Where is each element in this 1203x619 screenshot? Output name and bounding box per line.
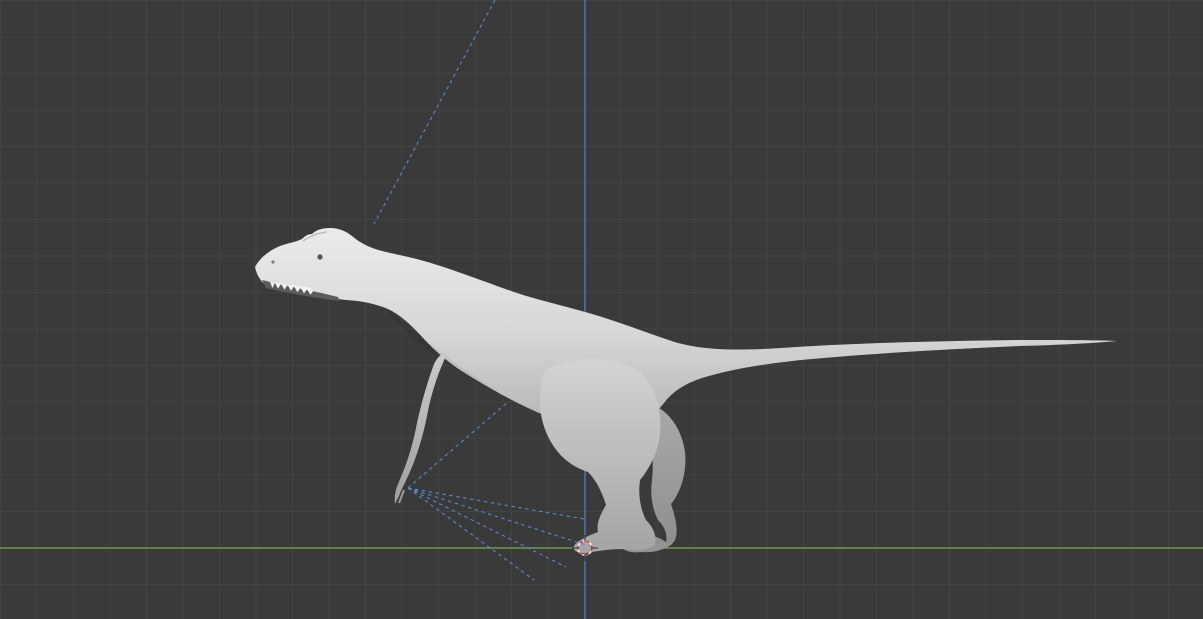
relationship-line	[407, 487, 590, 547]
dinosaur-model[interactable]	[255, 228, 1117, 554]
dinosaur-nostril	[271, 260, 275, 264]
dinosaur-near-leg	[539, 358, 661, 554]
3d-viewport[interactable]	[0, 0, 1203, 619]
dinosaur-eye	[317, 254, 323, 260]
dinosaur-arm	[394, 352, 448, 504]
relationship-line	[407, 487, 585, 520]
relationship-line	[407, 487, 567, 568]
relationship-line	[373, 0, 496, 225]
dinosaur-body	[255, 228, 1117, 430]
relationship-line	[407, 487, 535, 581]
